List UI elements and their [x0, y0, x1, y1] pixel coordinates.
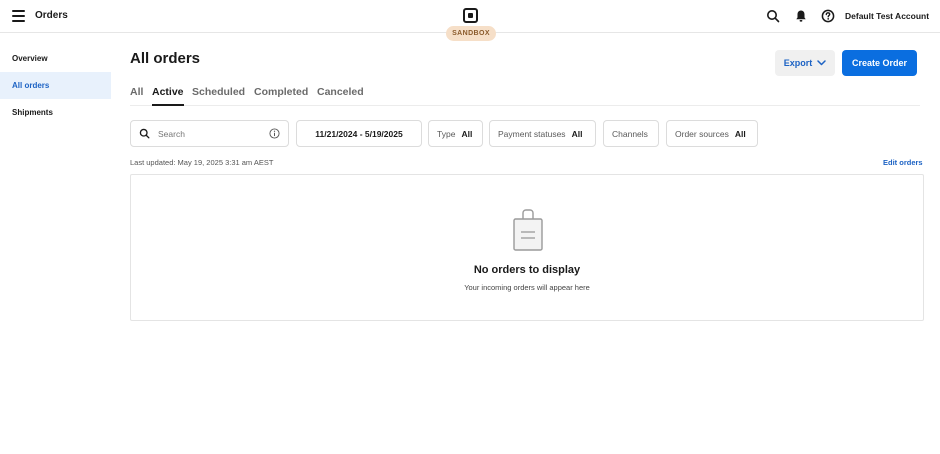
menu-icon[interactable]: [12, 10, 25, 22]
info-icon[interactable]: [269, 128, 280, 139]
tab-active[interactable]: Active: [152, 86, 184, 106]
last-updated-text: Last updated: May 19, 2025 3:31 am AEST: [130, 158, 274, 167]
chevron-down-icon: [817, 60, 826, 66]
account-menu[interactable]: Default Test Account: [845, 11, 929, 21]
tab-all[interactable]: All: [130, 86, 143, 106]
create-order-button[interactable]: Create Order: [842, 50, 917, 76]
sidebar: Overview All orders Shipments: [0, 45, 111, 126]
sidebar-item-overview[interactable]: Overview: [0, 45, 111, 72]
sidebar-item-shipments[interactable]: Shipments: [0, 99, 111, 126]
sources-filter-value: All: [734, 128, 746, 139]
square-logo-icon: [463, 8, 478, 23]
orders-empty-state: No orders to display Your incoming order…: [130, 174, 924, 321]
edit-orders-link[interactable]: Edit orders: [883, 158, 923, 167]
sources-filter-label: Order sources: [675, 128, 729, 139]
help-icon[interactable]: [821, 9, 835, 23]
tab-canceled[interactable]: Canceled: [317, 86, 364, 106]
search-icon[interactable]: [766, 9, 780, 23]
type-filter[interactable]: Type All: [428, 120, 483, 147]
channels-filter[interactable]: Channels: [603, 120, 659, 147]
search-icon: [139, 128, 150, 139]
payment-filter-label: Payment statuses: [498, 128, 566, 139]
shopping-bag-icon: [513, 209, 543, 251]
search-input[interactable]: [158, 128, 258, 139]
order-tabs: All Active Scheduled Completed Canceled: [130, 86, 920, 106]
search-field[interactable]: [130, 120, 289, 147]
sidebar-item-all-orders[interactable]: All orders: [0, 72, 111, 99]
tab-completed[interactable]: Completed: [254, 86, 308, 106]
type-filter-value: All: [461, 128, 473, 139]
channels-filter-label: Channels: [612, 128, 648, 139]
bell-icon[interactable]: [794, 9, 808, 23]
app-title: Orders: [35, 10, 68, 21]
payment-status-filter[interactable]: Payment statuses All: [489, 120, 596, 147]
export-button[interactable]: Export: [775, 50, 835, 76]
empty-state-title: No orders to display: [473, 264, 581, 276]
export-button-label: Export: [783, 58, 813, 68]
empty-state-subtitle: Your incoming orders will appear here: [464, 283, 590, 292]
payment-filter-value: All: [571, 128, 583, 139]
date-range-filter[interactable]: 11/21/2024 - 5/19/2025: [296, 120, 422, 147]
tab-scheduled[interactable]: Scheduled: [192, 86, 245, 106]
sandbox-badge: SANDBOX: [446, 26, 496, 41]
page-title: All orders: [130, 50, 201, 67]
order-sources-filter[interactable]: Order sources All: [666, 120, 758, 147]
type-filter-label: Type: [437, 128, 456, 139]
